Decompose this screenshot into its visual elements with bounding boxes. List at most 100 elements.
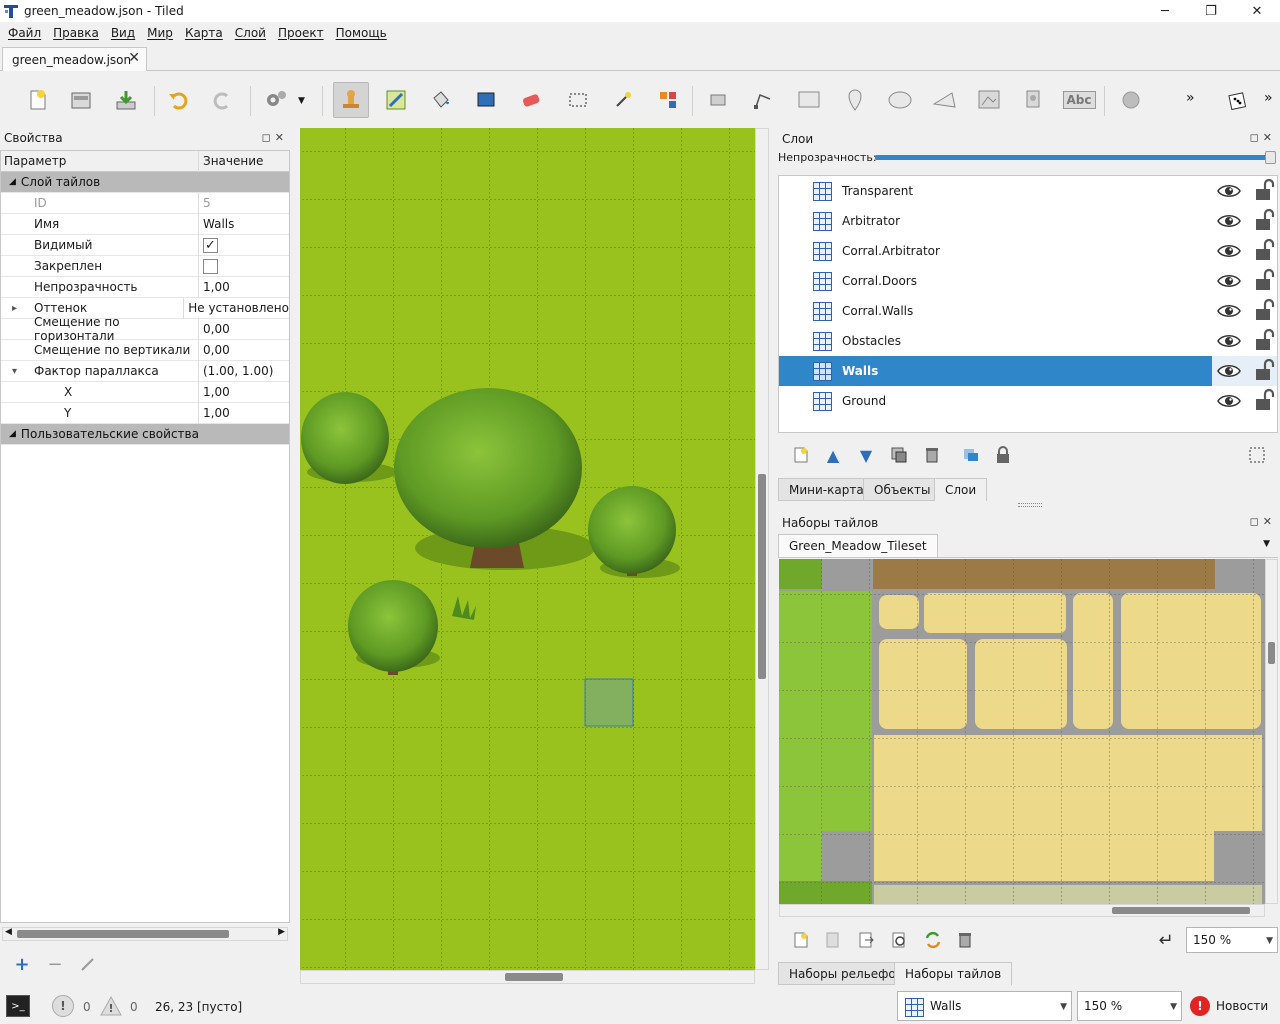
- expand-icon[interactable]: ▸: [12, 303, 17, 314]
- dynamic-wrapping-icon[interactable]: ↵: [1153, 929, 1179, 951]
- property-value[interactable]: ✓: [199, 237, 289, 253]
- tileset-vscrollbar[interactable]: [1265, 559, 1278, 904]
- property-row[interactable]: ▾ Фактор параллакса (1.00, 1.00): [1, 360, 289, 382]
- property-value[interactable]: 1,00: [199, 406, 289, 420]
- menu-view[interactable]: Вид: [105, 26, 141, 40]
- remove-tileset-icon[interactable]: [954, 929, 976, 951]
- eye-icon[interactable]: [1217, 182, 1241, 200]
- checkbox-unchecked[interactable]: [203, 258, 218, 274]
- edit-tileset-icon[interactable]: [888, 929, 910, 951]
- select-layer-content-icon[interactable]: [1246, 444, 1268, 466]
- current-layer-combo[interactable]: Walls ▼: [897, 991, 1072, 1021]
- scroll-thumb[interactable]: [17, 930, 229, 938]
- tileset-tabs-dropdown-icon[interactable]: ▼: [1263, 539, 1270, 549]
- tileset-hscrollbar[interactable]: [779, 904, 1265, 917]
- opacity-slider[interactable]: [875, 155, 1271, 160]
- layer-row[interactable]: Walls: [779, 356, 1277, 386]
- menu-edit[interactable]: Правка: [47, 26, 105, 40]
- embed-tileset-icon[interactable]: [822, 929, 844, 951]
- new-layer-icon[interactable]: [790, 444, 812, 466]
- panel-float-close-icons[interactable]: ◻✕: [1250, 131, 1276, 144]
- eye-icon[interactable]: [1217, 332, 1241, 350]
- unlocked-icon[interactable]: [1254, 238, 1276, 262]
- duplicate-layer-icon[interactable]: [888, 444, 910, 466]
- insert-ellipse-button[interactable]: [882, 82, 918, 118]
- scroll-thumb[interactable]: [758, 474, 766, 679]
- news-button[interactable]: ! Новости: [1190, 995, 1278, 1017]
- eye-icon[interactable]: [1217, 392, 1241, 410]
- new-tileset-icon[interactable]: [790, 929, 812, 951]
- properties-hscrollbar[interactable]: ◀ ▶: [2, 927, 288, 941]
- eye-icon[interactable]: [1217, 302, 1241, 320]
- map-hscrollbar[interactable]: [300, 970, 755, 984]
- eraser-button[interactable]: [513, 82, 549, 118]
- delete-layer-icon[interactable]: [921, 444, 943, 466]
- undo-button[interactable]: [160, 82, 196, 118]
- property-row[interactable]: Смещение по вертикали 0,00: [1, 339, 289, 361]
- add-property-icon[interactable]: +: [12, 954, 32, 975]
- tab-minimap[interactable]: Мини-карта: [778, 478, 875, 501]
- new-map-button[interactable]: [20, 82, 56, 118]
- tab-objects[interactable]: Объекты: [863, 478, 942, 501]
- unlocked-icon[interactable]: [1254, 208, 1276, 232]
- maximize-button[interactable]: ❐: [1188, 0, 1234, 22]
- property-row[interactable]: Закреплен: [1, 255, 289, 277]
- warnings-icon[interactable]: !: [99, 994, 123, 1018]
- unlocked-icon[interactable]: [1254, 328, 1276, 352]
- property-value[interactable]: 1,00: [199, 385, 289, 399]
- remove-property-icon[interactable]: −: [45, 954, 65, 975]
- insert-text-button[interactable]: Abc: [1061, 82, 1097, 118]
- world-tool-button[interactable]: [1113, 82, 1149, 118]
- select-same-tile-button[interactable]: [650, 82, 686, 118]
- layer-row[interactable]: Obstacles: [779, 326, 1277, 356]
- insert-tile-button[interactable]: [971, 82, 1007, 118]
- eye-icon[interactable]: [1217, 242, 1241, 260]
- property-row[interactable]: Y 1,00: [1, 402, 289, 424]
- layer-row[interactable]: Corral.Arbitrator: [779, 236, 1277, 266]
- eye-icon[interactable]: [1217, 362, 1241, 380]
- property-value[interactable]: 0,00: [199, 343, 289, 357]
- scroll-thumb[interactable]: [1112, 907, 1250, 914]
- property-row[interactable]: Непрозрачность 1,00: [1, 276, 289, 298]
- map-vscrollbar[interactable]: [755, 128, 769, 970]
- layer-row[interactable]: Transparent: [779, 176, 1277, 206]
- insert-template-button[interactable]: [1016, 82, 1052, 118]
- commands-button[interactable]: [258, 82, 294, 118]
- console-icon[interactable]: >_: [6, 995, 30, 1017]
- menu-help[interactable]: Помощь: [330, 26, 393, 40]
- unlocked-icon[interactable]: [1254, 388, 1276, 412]
- close-tab-icon[interactable]: ✕: [128, 50, 140, 66]
- opacity-slider-handle[interactable]: [1265, 151, 1276, 164]
- group-tile-layer[interactable]: ◢ Слой тайлов: [1, 172, 289, 193]
- tileset-view[interactable]: [779, 559, 1265, 904]
- tab-tilesets[interactable]: Наборы тайлов: [894, 962, 1013, 985]
- menu-world[interactable]: Мир: [141, 26, 179, 40]
- minimize-button[interactable]: ─: [1142, 0, 1188, 22]
- lock-all-icon[interactable]: [992, 444, 1014, 466]
- checkbox-checked[interactable]: ✓: [203, 237, 218, 253]
- splitter-handle[interactable]: [1018, 503, 1042, 507]
- export-tileset-icon[interactable]: [855, 929, 877, 951]
- edit-polygons-button[interactable]: [745, 82, 781, 118]
- save-button[interactable]: [108, 82, 144, 118]
- menu-project[interactable]: Проект: [272, 26, 330, 40]
- map-canvas[interactable]: [300, 128, 755, 970]
- stamp-brush-button[interactable]: [333, 82, 369, 118]
- property-value[interactable]: Walls: [199, 217, 289, 231]
- eye-icon[interactable]: [1217, 212, 1241, 230]
- panel-float-close-icons[interactable]: ◻✕: [1250, 515, 1276, 528]
- open-button[interactable]: [63, 82, 99, 118]
- toolbar-overflow-icon-2[interactable]: »: [1264, 90, 1273, 106]
- property-value[interactable]: [199, 258, 289, 274]
- magic-wand-button[interactable]: [605, 82, 641, 118]
- layer-row[interactable]: Arbitrator: [779, 206, 1277, 236]
- property-row[interactable]: ID 5: [1, 192, 289, 214]
- scroll-thumb[interactable]: [1268, 642, 1275, 664]
- bucket-fill-button[interactable]: [423, 82, 459, 118]
- unlocked-icon[interactable]: [1254, 358, 1276, 382]
- collapse-icon[interactable]: ▾: [12, 366, 17, 377]
- replace-tileset-icon[interactable]: [921, 929, 945, 951]
- unlocked-icon[interactable]: [1254, 268, 1276, 292]
- errors-icon[interactable]: !: [52, 995, 74, 1017]
- close-window-button[interactable]: ✕: [1234, 0, 1280, 22]
